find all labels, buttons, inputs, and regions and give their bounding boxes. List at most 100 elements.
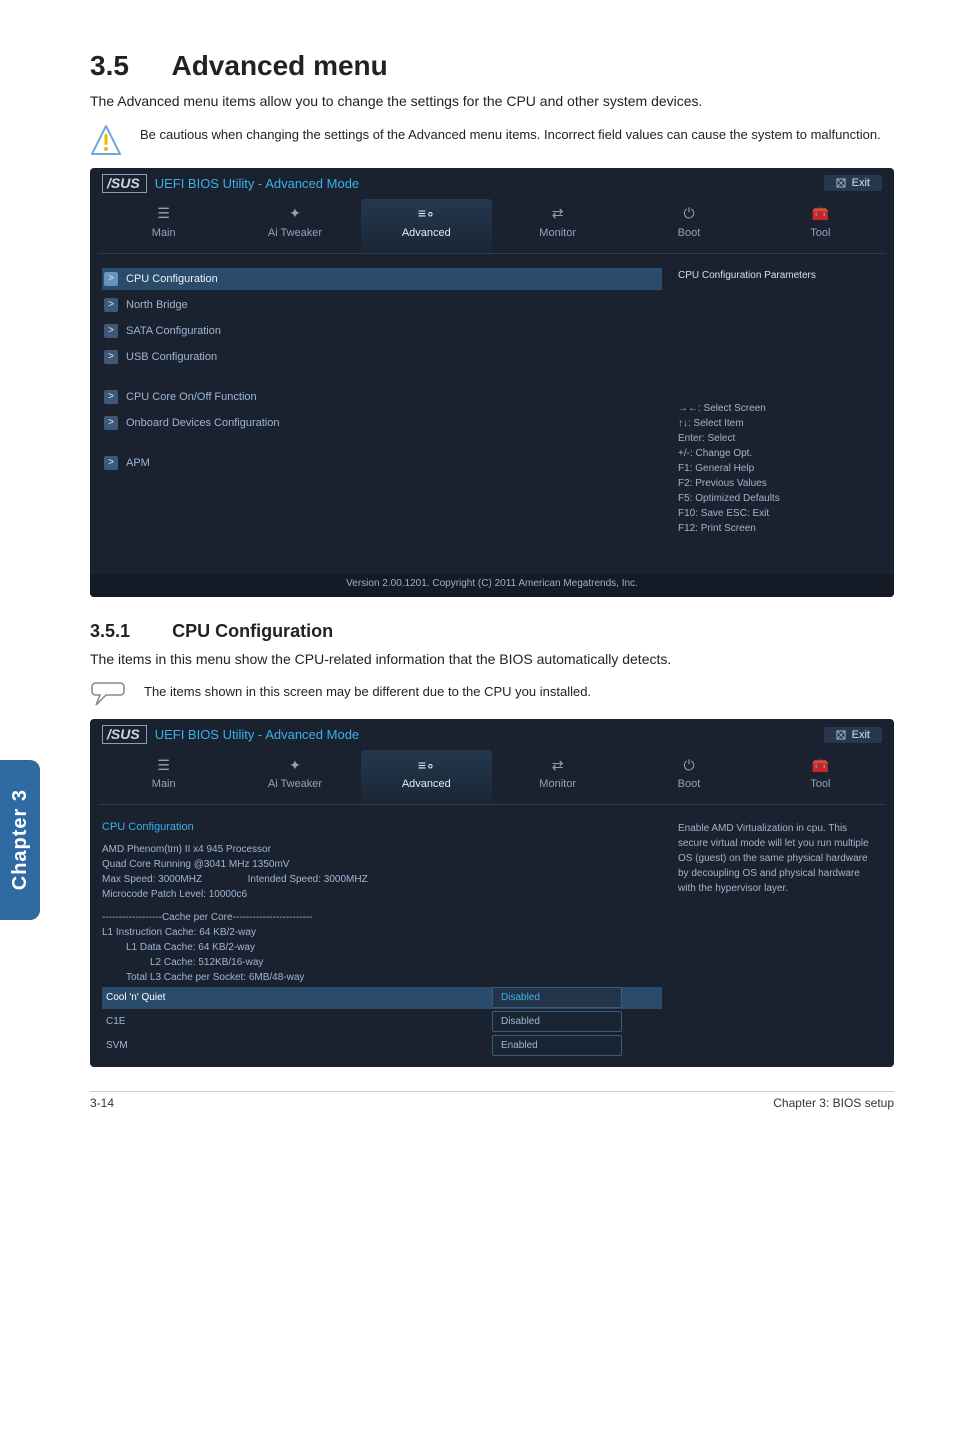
tab-main-label: Main xyxy=(98,227,229,239)
row-value[interactable]: Disabled xyxy=(492,987,622,1008)
cache-line: L2 Cache: 512KB/16-way xyxy=(102,955,662,970)
bios-screenshot-cpu-config: /SUS UEFI BIOS Utility - Advanced Mode E… xyxy=(90,719,894,1067)
cache-header: ------------------Cache per Core--------… xyxy=(102,910,662,925)
tab-tool-label: Tool xyxy=(755,778,886,790)
section-number: 3.5 xyxy=(90,50,129,81)
help-keys: →←: Select Screen ↑↓: Select Item Enter:… xyxy=(678,401,876,536)
power-icon: ⏻ xyxy=(623,205,754,223)
page-number: 3-14 xyxy=(90,1096,114,1110)
tool-icon: 🧰 xyxy=(755,756,886,774)
cpu-info-line: AMD Phenom(tm) II x4 945 Processor xyxy=(102,842,662,857)
tab-main[interactable]: ☰ Main xyxy=(98,750,229,804)
tab-main[interactable]: ☰ Main xyxy=(98,199,229,253)
row-svm[interactable]: SVM Enabled xyxy=(102,1035,662,1057)
menu-north-bridge[interactable]: > North Bridge xyxy=(102,294,662,316)
chevron-right-icon: > xyxy=(104,390,118,404)
tab-mon-label: Monitor xyxy=(492,227,623,239)
menu-sata-configuration[interactable]: > SATA Configuration xyxy=(102,320,662,342)
help-title: CPU Configuration Parameters xyxy=(678,270,876,281)
tab-ai-tweaker[interactable]: ✦ Ai Tweaker xyxy=(229,750,360,804)
help-key: →←: Select Screen xyxy=(678,401,876,416)
tab-ai-label: Ai Tweaker xyxy=(229,778,360,790)
help-key: F1: General Help xyxy=(678,461,876,476)
bios-title: UEFI BIOS Utility - Advanced Mode xyxy=(155,176,359,191)
warning-icon xyxy=(90,124,122,156)
tweaker-icon: ✦ xyxy=(229,756,360,774)
bios-title: UEFI BIOS Utility - Advanced Mode xyxy=(155,727,359,742)
tab-advanced[interactable]: ≡∘ Advanced xyxy=(361,199,492,253)
menu-cpu-configuration[interactable]: > CPU Configuration xyxy=(102,268,662,290)
tab-tool-label: Tool xyxy=(755,227,886,239)
help-key: F12: Print Screen xyxy=(678,521,876,536)
tab-boot[interactable]: ⏻ Boot xyxy=(623,199,754,253)
exit-label: Exit xyxy=(852,729,870,741)
cpu-info-panel: CPU Configuration AMD Phenom(tm) II x4 9… xyxy=(102,819,662,1057)
bios-screenshot-advanced: /SUS UEFI BIOS Utility - Advanced Mode E… xyxy=(90,168,894,597)
note-callout: The items shown in this screen may be di… xyxy=(90,681,894,707)
tab-adv-label: Advanced xyxy=(361,778,492,790)
cache-line: Total L3 Cache per Socket: 6MB/48-way xyxy=(102,970,662,985)
tweaker-icon: ✦ xyxy=(229,205,360,223)
tab-tool[interactable]: 🧰 Tool xyxy=(755,199,886,253)
cpu-info-line: Microcode Patch Level: 10000c6 xyxy=(102,887,662,902)
bios-tabs: ☰ Main ✦ Ai Tweaker ≡∘ Advanced ⇄ Monito… xyxy=(98,199,886,254)
help-key: ↑↓: Select Item xyxy=(678,416,876,431)
row-c1e[interactable]: C1E Disabled xyxy=(102,1011,662,1033)
cpu-section-title: CPU Configuration xyxy=(102,819,662,836)
note-icon xyxy=(90,681,126,707)
menu-cpu-core-onoff[interactable]: > CPU Core On/Off Function xyxy=(102,386,662,408)
menu-label: APM xyxy=(126,457,150,469)
bios-version: Version 2.00.1201. Copyright (C) 2011 Am… xyxy=(90,574,894,597)
subsection-number: 3.5.1 xyxy=(90,621,130,641)
cpu-info-line: Quad Core Running @3041 MHz 1350mV xyxy=(102,857,662,872)
cpu-help-panel: Enable AMD Virtualization in cpu. This s… xyxy=(672,819,882,1057)
chevron-right-icon: > xyxy=(104,324,118,338)
bios-help-panel: CPU Configuration Parameters →←: Select … xyxy=(672,268,882,564)
exit-icon xyxy=(836,730,846,740)
tab-boot[interactable]: ⏻ Boot xyxy=(623,750,754,804)
row-cool-n-quiet[interactable]: Cool 'n' Quiet Disabled xyxy=(102,987,662,1009)
row-value[interactable]: Disabled xyxy=(492,1011,622,1032)
section-title: Advanced menu xyxy=(171,50,387,81)
page-footer: 3-14 Chapter 3: BIOS setup xyxy=(90,1091,894,1110)
row-label: SVM xyxy=(102,1038,492,1053)
bios-tabs: ☰ Main ✦ Ai Tweaker ≡∘ Advanced ⇄ Monito… xyxy=(98,750,886,805)
tab-boot-label: Boot xyxy=(623,227,754,239)
tab-ai-tweaker[interactable]: ✦ Ai Tweaker xyxy=(229,199,360,253)
subsection-title: CPU Configuration xyxy=(172,621,333,641)
menu-label: SATA Configuration xyxy=(126,325,221,337)
exit-button[interactable]: Exit xyxy=(824,727,882,743)
tab-ai-label: Ai Tweaker xyxy=(229,227,360,239)
bios-header: /SUS UEFI BIOS Utility - Advanced Mode E… xyxy=(90,168,894,195)
row-label: Cool 'n' Quiet xyxy=(102,990,492,1005)
section-heading: 3.5 Advanced menu xyxy=(90,50,894,82)
bios-logo: /SUS xyxy=(102,174,147,193)
menu-apm[interactable]: > APM xyxy=(102,452,662,474)
power-icon: ⏻ xyxy=(623,756,754,774)
row-label: C1E xyxy=(102,1014,492,1029)
tab-boot-label: Boot xyxy=(623,778,754,790)
tab-tool[interactable]: 🧰 Tool xyxy=(755,750,886,804)
exit-button[interactable]: Exit xyxy=(824,175,882,191)
tab-monitor[interactable]: ⇄ Monitor xyxy=(492,750,623,804)
menu-label: CPU Configuration xyxy=(126,273,218,285)
menu-label: CPU Core On/Off Function xyxy=(126,391,257,403)
menu-usb-configuration[interactable]: > USB Configuration xyxy=(102,346,662,368)
tab-main-label: Main xyxy=(98,778,229,790)
subsection-heading: 3.5.1 CPU Configuration xyxy=(90,621,894,642)
chip-icon: ≡∘ xyxy=(361,756,492,774)
chevron-right-icon: > xyxy=(104,416,118,430)
tool-icon: 🧰 xyxy=(755,205,886,223)
chapter-label: Chapter 3: BIOS setup xyxy=(773,1096,894,1110)
chip-icon: ≡∘ xyxy=(361,205,492,223)
bios-menu-list: > CPU Configuration > North Bridge > SAT… xyxy=(102,268,662,564)
chapter-side-tab: Chapter 3 xyxy=(0,760,40,920)
chapter-side-label: Chapter 3 xyxy=(9,789,32,890)
row-value[interactable]: Enabled xyxy=(492,1035,622,1056)
menu-onboard-devices[interactable]: > Onboard Devices Configuration xyxy=(102,412,662,434)
tab-adv-label: Advanced xyxy=(361,227,492,239)
bios-header: /SUS UEFI BIOS Utility - Advanced Mode E… xyxy=(90,719,894,746)
tab-monitor[interactable]: ⇄ Monitor xyxy=(492,199,623,253)
tab-advanced[interactable]: ≡∘ Advanced xyxy=(361,750,492,804)
note-text: The items shown in this screen may be di… xyxy=(144,681,591,701)
